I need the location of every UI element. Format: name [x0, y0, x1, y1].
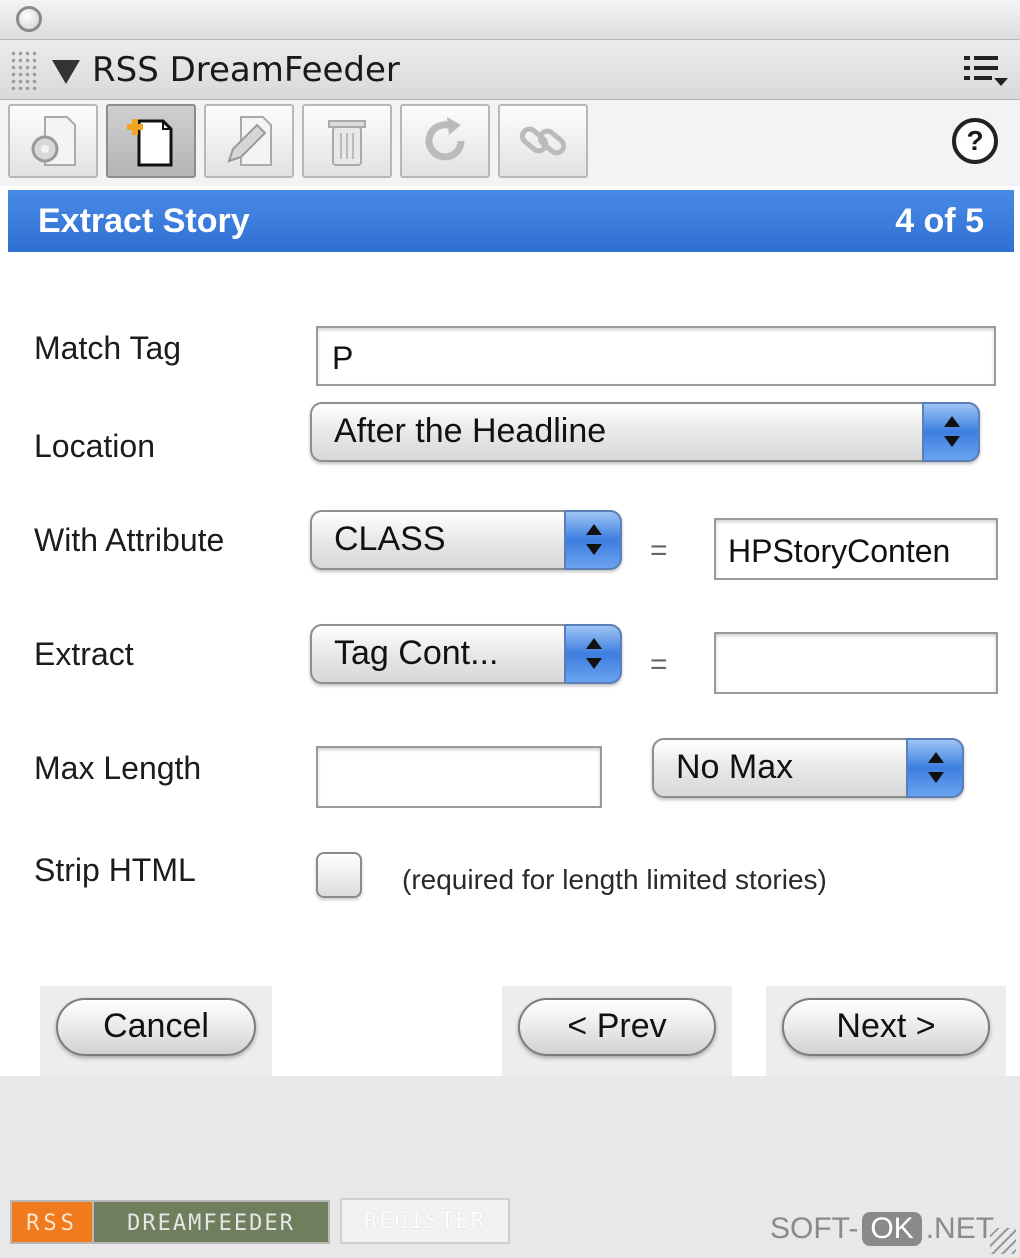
- extract-label: Extract: [34, 636, 134, 672]
- prev-button[interactable]: < Prev: [518, 998, 716, 1056]
- strip-html-hint: (required for length limited stories): [402, 864, 827, 895]
- refresh-icon: [425, 117, 465, 161]
- attribute-select-arrows-icon: [564, 510, 622, 570]
- extract-select-arrows-icon: [564, 624, 622, 684]
- step-title: Extract Story: [38, 202, 250, 240]
- new-document-button[interactable]: [106, 104, 196, 178]
- step-header: Extract Story 4 of 5: [8, 190, 1014, 252]
- max-length-label: Max Length: [34, 750, 202, 786]
- edit-document-icon: [227, 116, 272, 166]
- settings-document-button[interactable]: [8, 104, 98, 178]
- with-attribute-label: With Attribute: [34, 522, 225, 558]
- extract-equals: =: [650, 648, 668, 681]
- location-select-arrows-icon: [922, 402, 980, 462]
- match-tag-input[interactable]: P: [316, 326, 996, 386]
- settings-document-icon: [31, 116, 76, 166]
- location-label: Location: [34, 428, 155, 464]
- panel-menu-icon[interactable]: [964, 54, 1008, 90]
- strip-html-label: Strip HTML: [34, 852, 196, 888]
- edit-document-button[interactable]: [204, 104, 294, 178]
- max-length-select-arrows-icon: [906, 738, 964, 798]
- link-button[interactable]: [498, 104, 588, 178]
- max-length-input[interactable]: [316, 746, 602, 808]
- next-button[interactable]: Next >: [782, 998, 990, 1056]
- panel-title: RSS DreamFeeder: [92, 50, 400, 90]
- window-titlebar: [0, 0, 1020, 40]
- attribute-select-value: CLASS: [334, 520, 446, 558]
- link-icon: [519, 126, 567, 156]
- collapse-triangle-icon[interactable]: [52, 60, 80, 84]
- strip-html-checkbox[interactable]: [316, 852, 362, 898]
- extract-select[interactable]: Tag Cont...: [310, 624, 622, 684]
- attribute-select[interactable]: CLASS: [310, 510, 622, 570]
- attribute-value-input[interactable]: HPStoryConten: [714, 518, 998, 580]
- trash-icon: [328, 120, 366, 166]
- location-select[interactable]: After the Headline: [310, 402, 980, 462]
- location-select-value: After the Headline: [334, 412, 607, 450]
- panel-header: RSS DreamFeeder: [0, 40, 1020, 100]
- resize-grip-icon[interactable]: [990, 1228, 1016, 1254]
- extract-value-input[interactable]: [714, 632, 998, 694]
- watermark-left: SOFT-: [770, 1212, 859, 1245]
- new-document-icon: [127, 119, 173, 167]
- match-tag-label: Match Tag: [34, 330, 182, 366]
- watermark-right: .NET: [925, 1212, 995, 1245]
- step-progress: 4 of 5: [895, 202, 984, 240]
- watermark: SOFT- OK .NET: [770, 1212, 994, 1246]
- cancel-button[interactable]: Cancel: [56, 998, 256, 1056]
- rss-logo-badge[interactable]: RSS: [10, 1200, 92, 1244]
- close-window-icon[interactable]: [16, 6, 42, 32]
- refresh-button[interactable]: [400, 104, 490, 178]
- dreamfeeder-logo-badge[interactable]: DREAMFEEDER: [92, 1200, 330, 1244]
- delete-button[interactable]: [302, 104, 392, 178]
- watermark-ok: OK: [862, 1212, 922, 1246]
- register-button[interactable]: REGISTER: [340, 1198, 510, 1244]
- drag-grip-icon[interactable]: [10, 50, 38, 90]
- attribute-equals: =: [650, 534, 668, 567]
- max-length-select[interactable]: No Max: [652, 738, 964, 798]
- help-icon[interactable]: ?: [952, 118, 998, 164]
- toolbar: [0, 100, 1020, 186]
- extract-select-value: Tag Cont...: [334, 634, 499, 672]
- max-length-select-value: No Max: [676, 748, 794, 786]
